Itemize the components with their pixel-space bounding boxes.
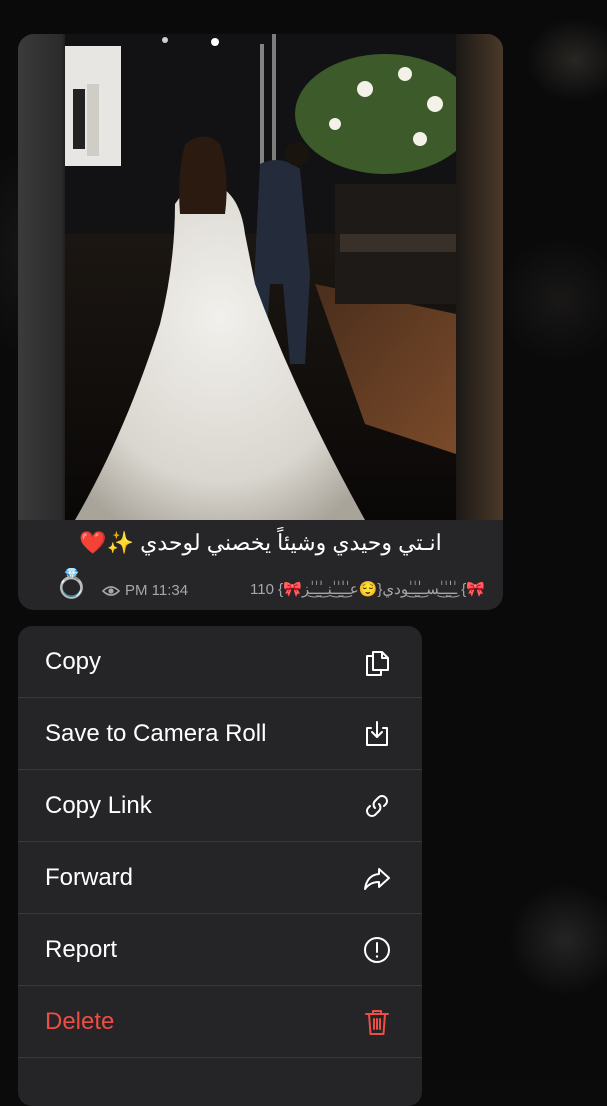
wedding-photo-image: [65, 34, 456, 520]
save-icon: [360, 717, 394, 751]
trash-icon: [360, 1005, 394, 1039]
menu-item-forward[interactable]: Forward: [18, 842, 422, 914]
menu-item-copy[interactable]: Copy: [18, 626, 422, 698]
message-time-row: PM 11:34: [102, 582, 188, 599]
ring-reaction[interactable]: 💍: [54, 567, 89, 600]
menu-item-delete-label: Delete: [45, 1007, 115, 1035]
author-signature: {🎀عـٰ͜ـٰٰـٰ͜ـٰنـ͜ـٰٰـٰ͜ـٰز😌}ـٰ͜ـٰٰـٰ͜ـٰس…: [278, 581, 485, 598]
report-icon: [360, 933, 394, 967]
menu-item-copy-link-label: Copy Link: [45, 791, 152, 819]
copy-icon: [360, 645, 394, 679]
menu-item-report-label: Report: [45, 935, 118, 963]
eye-icon: [102, 585, 120, 596]
context-menu: Copy Save to Camera Roll Copy Link Forwa…: [18, 626, 422, 1106]
menu-item-copy-link[interactable]: Copy Link: [18, 770, 422, 842]
menu-item-copy-label: Copy: [45, 647, 102, 675]
forward-icon: [360, 861, 394, 895]
message-photo[interactable]: [18, 34, 503, 520]
menu-item-save-label: Save to Camera Roll: [45, 719, 267, 747]
menu-item-partial: [18, 1058, 422, 1106]
menu-item-forward-label: Forward: [45, 863, 134, 891]
message-bubble[interactable]: انـتي وحيدي وشيئاً يخصني لوحدي ✨❤️ 110 {…: [18, 34, 503, 610]
message-meta: 110 {🎀عـٰ͜ـٰٰـٰ͜ـٰنـ͜ـٰٰـٰ͜ـٰز😌}ـٰ͜ـٰٰـٰ…: [250, 580, 485, 598]
menu-item-report[interactable]: Report: [18, 914, 422, 986]
menu-item-delete[interactable]: Delete: [18, 986, 422, 1058]
message-caption: انـتي وحيدي وشيئاً يخصني لوحدي ✨❤️: [79, 530, 442, 555]
menu-item-save-to-camera-roll[interactable]: Save to Camera Roll: [18, 698, 422, 770]
reactions-count: 110: [250, 581, 274, 598]
message-time: PM 11:34: [125, 582, 189, 599]
link-icon: [360, 789, 394, 823]
